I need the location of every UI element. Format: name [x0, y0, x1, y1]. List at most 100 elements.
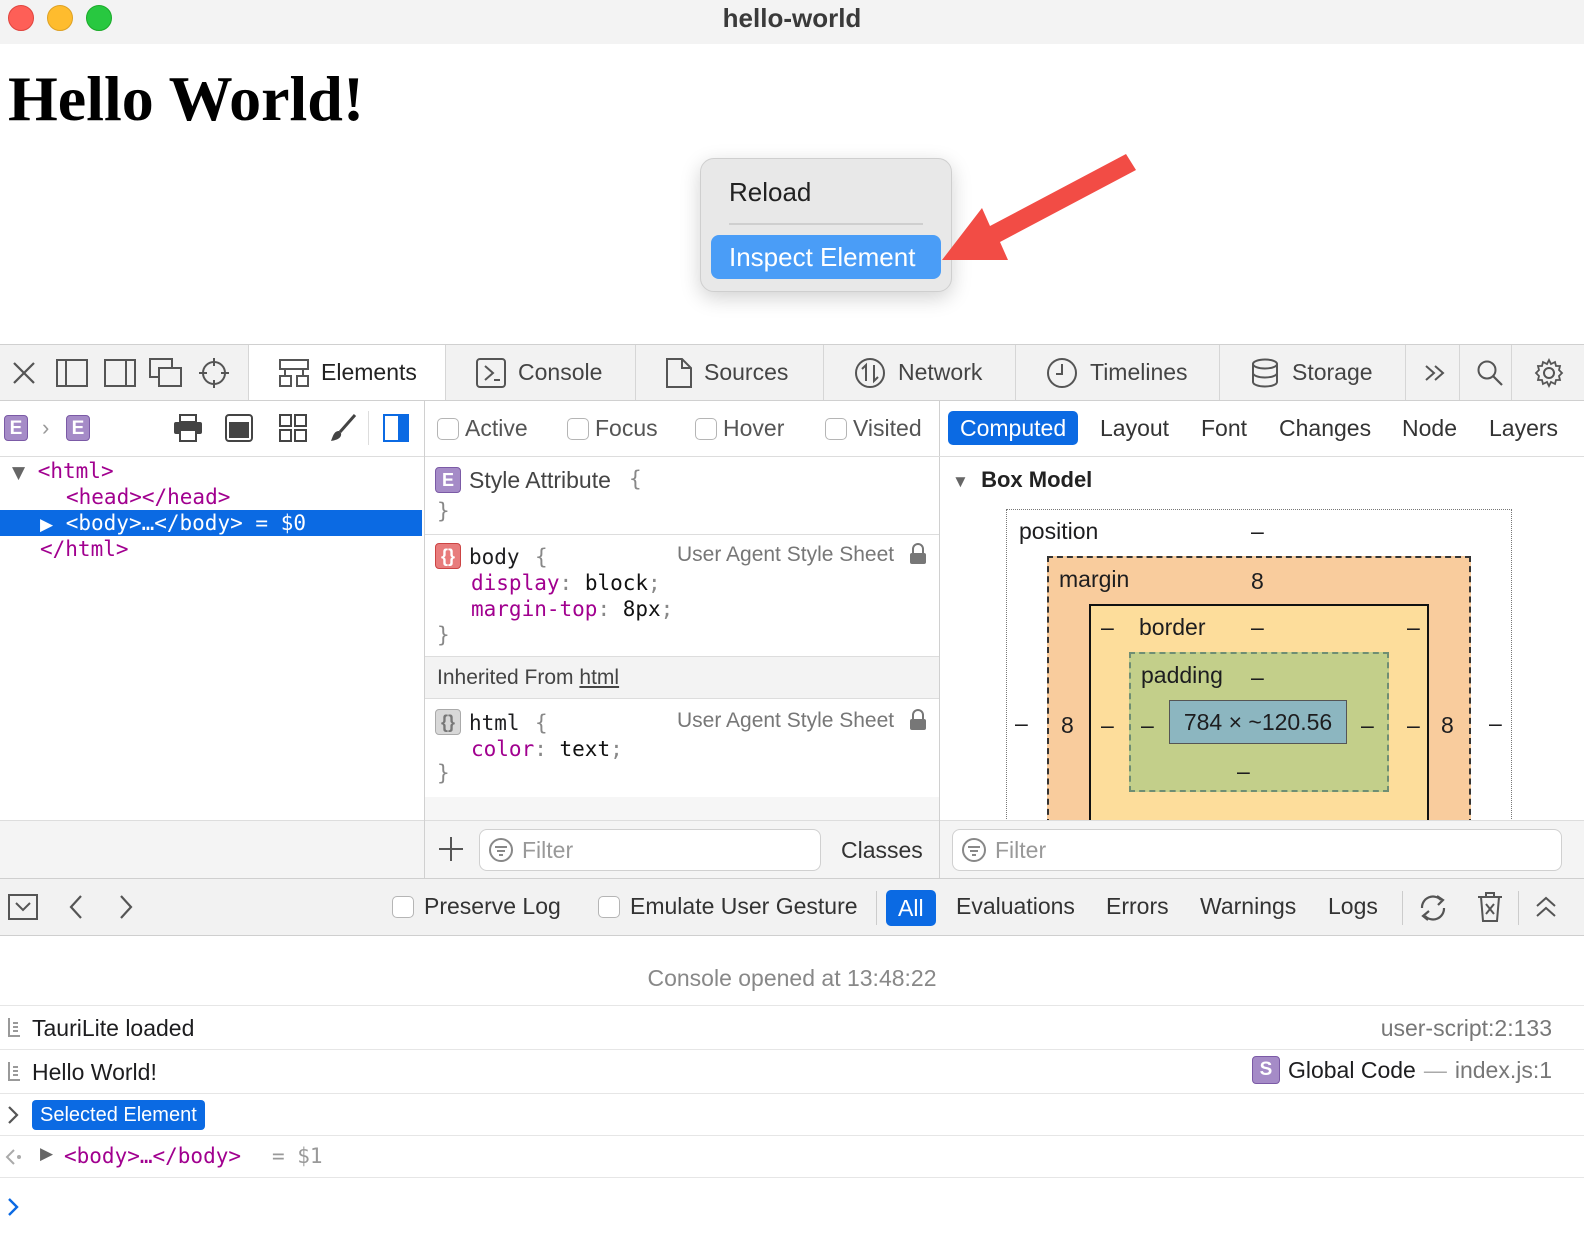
tab-font[interactable]: Font	[1201, 411, 1247, 445]
collapse-console-icon[interactable]	[8, 893, 38, 921]
dom-tag: <html>	[37, 459, 114, 483]
tab-storage[interactable]: Storage	[1220, 345, 1406, 400]
annotation-arrow-icon	[942, 154, 1136, 260]
pseudo-active-checkbox[interactable]: Active	[437, 415, 528, 442]
result-node-tag[interactable]: <body>…</body>	[64, 1144, 241, 1168]
dark-appearance-icon[interactable]	[224, 413, 254, 443]
disclosure-triangle-icon[interactable]: ▶	[0, 515, 53, 535]
body-rule[interactable]: {} body { User Agent Style Sheet display…	[425, 535, 939, 657]
dom-node-html[interactable]: ▼ <html>	[0, 458, 422, 484]
dock-left-icon[interactable]	[54, 345, 90, 400]
html-rule[interactable]: {} html { User Agent Style Sheet color: …	[425, 699, 939, 797]
rule-property-display[interactable]: display: block;	[471, 571, 661, 595]
property-value: text	[559, 737, 611, 761]
inherited-link[interactable]: html	[579, 666, 619, 689]
sources-icon	[666, 357, 692, 388]
property-value: block	[584, 571, 649, 595]
dom-node-html-close[interactable]: </html>	[0, 536, 422, 562]
toggle-details-sidebar-icon[interactable]	[382, 413, 410, 443]
paintbrush-icon[interactable]	[328, 413, 358, 443]
tab-node[interactable]: Node	[1402, 411, 1457, 445]
add-rule-icon[interactable]	[437, 835, 465, 863]
disclosure-triangle-icon[interactable]: ▶	[40, 1144, 53, 1164]
elements-icon	[279, 358, 309, 387]
dom-node-head[interactable]: <head></head>	[0, 484, 422, 510]
console-message-source[interactable]: user-script:2:133	[1381, 1015, 1552, 1042]
filter-evaluations-button[interactable]: Evaluations	[956, 893, 1075, 920]
search-icon[interactable]	[1468, 345, 1512, 400]
disclosure-triangle-icon[interactable]: ▼	[0, 463, 25, 483]
undock-window-icon[interactable]	[148, 345, 184, 400]
console-prompt-row[interactable]	[0, 1178, 1584, 1234]
classes-toggle[interactable]: Classes	[841, 837, 923, 864]
console-message-text: TauriLite loaded	[32, 1015, 195, 1041]
style-attribute-rule[interactable]: E Style Attribute { }	[425, 457, 939, 535]
filter-warnings-button[interactable]: Warnings	[1200, 893, 1296, 920]
grid-layout-icon[interactable]	[278, 413, 308, 443]
pseudo-hover-checkbox[interactable]: Hover	[695, 415, 784, 442]
print-styles-icon[interactable]	[172, 413, 204, 443]
tab-layout[interactable]: Layout	[1100, 411, 1169, 445]
tab-changes[interactable]: Changes	[1279, 411, 1371, 445]
dom-node-ref: = $0	[255, 511, 306, 535]
tab-label: Elements	[321, 359, 417, 385]
rule-property-margin-top[interactable]: margin-top: 8px;	[471, 597, 673, 621]
disclosure-triangle-icon[interactable]: ▼	[952, 472, 969, 491]
menu-item-reload[interactable]: Reload	[729, 177, 811, 208]
chevron-left-icon[interactable]	[66, 893, 86, 921]
tab-label: Console	[518, 359, 603, 385]
reload-clear-icon[interactable]	[1416, 891, 1450, 925]
rule-selector: html	[469, 711, 520, 735]
close-devtools-icon[interactable]	[6, 345, 42, 400]
filter-errors-button[interactable]: Errors	[1106, 893, 1169, 920]
border-box[interactable]: – border – – – – padding – – – – 784 × ~…	[1089, 604, 1429, 820]
dom-tag: </html>	[40, 537, 129, 561]
margin-box[interactable]: margin 8 8 8 – border – – – – padding – …	[1047, 556, 1471, 820]
preserve-log-checkbox[interactable]: Preserve Log	[392, 893, 561, 920]
breadcrumb-element-icon[interactable]: E	[4, 415, 28, 441]
styles-spacer	[425, 797, 939, 820]
position-left-value: –	[1015, 710, 1028, 736]
styles-filter-input[interactable]: Filter	[479, 829, 821, 871]
dock-right-icon[interactable]	[102, 345, 138, 400]
console-result-row[interactable]: ▶ <body>…</body> = $1	[0, 1136, 1584, 1178]
console-message-row[interactable]: Hello World! S Global Code — index.js:1	[0, 1050, 1584, 1094]
menu-item-inspect-element[interactable]: Inspect Element	[711, 235, 941, 279]
box-model-section-header[interactable]: ▼ Box Model	[952, 467, 1092, 493]
tab-timelines[interactable]: Timelines	[1016, 345, 1220, 400]
user-agent-rule-icon: {}	[435, 543, 461, 569]
console-message-row[interactable]: TauriLite loaded user-script:2:133	[0, 1006, 1584, 1050]
rule-label: Style Attribute	[469, 467, 611, 493]
console-message-source[interactable]: S Global Code — index.js:1	[1251, 1056, 1552, 1084]
tab-sources[interactable]: Sources	[636, 345, 824, 400]
emulate-user-gesture-checkbox[interactable]: Emulate User Gesture	[598, 893, 858, 920]
more-tabs-icon[interactable]	[1410, 345, 1460, 400]
computed-filter-input[interactable]: Filter	[952, 829, 1562, 871]
tab-network[interactable]: Network	[824, 345, 1016, 400]
page-heading: Hello World!	[8, 63, 365, 134]
tab-computed[interactable]: Computed	[948, 411, 1079, 445]
chevron-right-icon[interactable]	[116, 893, 136, 921]
dom-node-body-selected[interactable]: ▶ <body>…</body> = $0	[0, 510, 422, 536]
console-selected-element-row[interactable]: Selected Element	[0, 1094, 1584, 1136]
tab-layers[interactable]: Layers	[1489, 411, 1558, 445]
filter-all-button[interactable]: All	[886, 890, 936, 926]
filter-logs-button[interactable]: Logs	[1328, 893, 1378, 920]
rule-property-color[interactable]: color: text;	[471, 737, 623, 761]
console-prompt-input[interactable]	[30, 1188, 1570, 1224]
content-box[interactable]: 784 × ~120.56	[1169, 700, 1347, 744]
gear-icon[interactable]	[1526, 345, 1572, 400]
pseudo-visited-checkbox[interactable]: Visited	[825, 415, 922, 442]
pseudo-focus-checkbox[interactable]: Focus	[567, 415, 658, 442]
property-value: 8px	[622, 597, 661, 621]
padding-box[interactable]: padding – – – – 784 × ~120.56	[1129, 652, 1389, 792]
trash-icon[interactable]	[1476, 891, 1504, 923]
computed-filter-bar: Filter	[940, 820, 1584, 878]
dom-tree: ▼ <html> <head></head> ▶ <body>…</body> …	[0, 458, 424, 878]
tab-elements[interactable]: Elements	[248, 345, 446, 400]
tab-console[interactable]: Console	[446, 345, 636, 400]
inspect-target-icon[interactable]	[196, 345, 232, 400]
breadcrumb-element-icon[interactable]: E	[66, 415, 90, 441]
chevron-double-up-icon[interactable]	[1534, 893, 1558, 921]
result-ref: = $1	[272, 1144, 323, 1168]
